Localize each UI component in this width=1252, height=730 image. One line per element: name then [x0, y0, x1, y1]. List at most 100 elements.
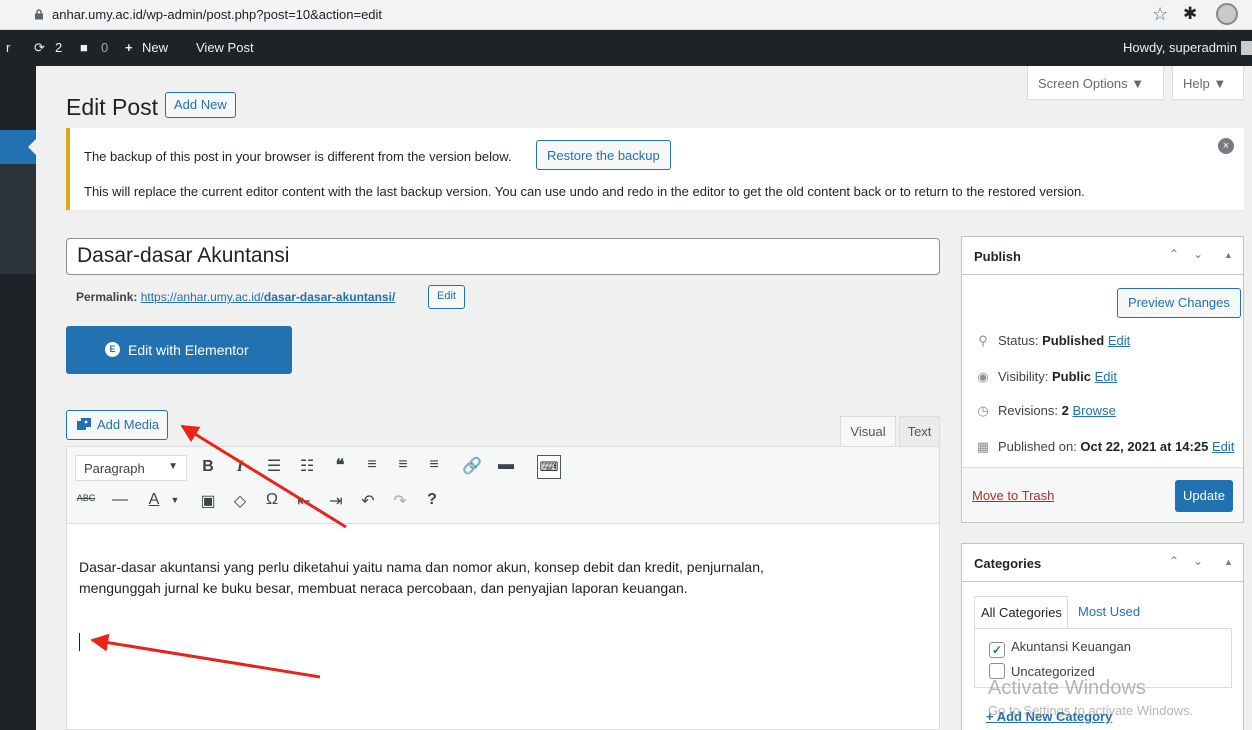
extensions-icon[interactable]: ✱	[1183, 4, 1197, 24]
updates-icon[interactable]: ⟳	[34, 40, 45, 56]
text-cursor	[79, 633, 80, 651]
profile-avatar[interactable]	[1216, 3, 1238, 25]
url-text[interactable]: anhar.umy.ac.id/wp-admin/post.php?post=1…	[52, 7, 382, 22]
help-button[interactable]: Help ▼	[1172, 66, 1244, 100]
updates-count[interactable]: 2	[55, 40, 62, 55]
tab-all-categories[interactable]: All Categories	[974, 596, 1068, 628]
post-editor[interactable]: Paragraph ▼ B I ☰ ☷ ❝ ≡ ≡ ≡ 🔗 ▬ ⌨ ABC — …	[66, 446, 940, 730]
toggle-panel-icon[interactable]: ▲	[1224, 250, 1233, 260]
preview-changes-button[interactable]: Preview Changes	[1117, 288, 1241, 318]
add-new-post-button[interactable]: Add New	[165, 92, 236, 118]
plus-icon[interactable]: +	[125, 40, 133, 55]
publish-box-title: Publish	[974, 249, 1021, 264]
text-color-icon[interactable]: A	[143, 491, 165, 509]
add-media-button[interactable]: Add Media	[66, 410, 169, 440]
bullet-list-icon[interactable]: ☰	[263, 456, 285, 476]
dismiss-notice-icon[interactable]: ×	[1218, 138, 1234, 154]
move-up-icon[interactable]: ⌃	[1169, 247, 1179, 261]
published-value: Oct 22, 2021 at 14:25	[1080, 439, 1209, 454]
elementor-icon: E	[105, 342, 120, 357]
publish-box-header: Publish ⌃ ⌄ ▲	[962, 237, 1243, 275]
publish-revisions: ◷ Revisions: 2 Browse	[974, 403, 1115, 419]
horizontal-line-icon[interactable]: —	[109, 491, 131, 509]
move-down-icon[interactable]: ⌄	[1193, 554, 1203, 568]
redo-icon[interactable]: ↷	[389, 491, 411, 511]
editor-content[interactable]: Dasar-dasar akuntansi yang perlu diketah…	[79, 557, 899, 599]
move-up-icon[interactable]: ⌃	[1169, 554, 1179, 568]
bookmark-star-icon[interactable]: ☆	[1152, 4, 1168, 25]
site-name-fragment[interactable]: r	[6, 40, 10, 55]
sidebar-item-posts[interactable]	[0, 130, 36, 164]
view-post-link[interactable]: View Post	[196, 40, 254, 55]
publish-visibility: ◉ Visibility: Public Edit	[974, 369, 1117, 385]
numbered-list-icon[interactable]: ☷	[296, 456, 318, 476]
format-select[interactable]: Paragraph ▼	[75, 455, 187, 481]
toggle-panel-icon[interactable]: ▲	[1224, 557, 1233, 567]
undo-icon[interactable]: ↶	[357, 491, 379, 511]
media-icon	[77, 418, 91, 430]
paste-text-icon[interactable]: ▣	[197, 491, 219, 511]
publish-status: ⚲ Status: Published Edit	[974, 333, 1130, 349]
screen-options-button[interactable]: Screen Options ▼	[1027, 66, 1164, 100]
windows-watermark-subtitle: Go to Settings to activate Windows.	[988, 703, 1194, 718]
visibility-label: Visibility:	[998, 369, 1049, 384]
browser-address-bar: anhar.umy.ac.id/wp-admin/post.php?post=1…	[0, 0, 1252, 30]
publish-actions: Move to Trash Update	[962, 467, 1243, 522]
link-icon[interactable]: 🔗	[461, 456, 483, 476]
content-line-2: mengunggah jurnal ke buku besar, membuat…	[79, 580, 688, 596]
eye-icon: ◉	[977, 369, 989, 384]
visibility-value: Public	[1051, 369, 1091, 384]
tab-text[interactable]: Text	[899, 416, 940, 446]
indent-icon[interactable]: ⇥	[325, 491, 347, 511]
chevron-down-icon: ▼	[168, 461, 178, 472]
permalink-link[interactable]: https://anhar.umy.ac.id/dasar-dasar-akun…	[141, 290, 396, 304]
post-title-input[interactable]: Dasar-dasar Akuntansi	[66, 238, 940, 275]
edit-visibility-link[interactable]: Edit	[1095, 369, 1117, 384]
content-line-1: Dasar-dasar akuntansi yang perlu diketah…	[79, 559, 764, 575]
comments-count[interactable]: 0	[101, 40, 108, 55]
help-icon[interactable]: ?	[421, 491, 443, 509]
restore-backup-button[interactable]: Restore the backup	[536, 140, 671, 170]
categories-box-header: Categories ⌃ ⌄ ▲	[962, 544, 1243, 582]
tab-most-used[interactable]: Most Used	[1078, 604, 1140, 619]
editor-toolbar: Paragraph ▼ B I ☰ ☷ ❝ ≡ ≡ ≡ 🔗 ▬ ⌨ ABC — …	[67, 447, 939, 524]
strikethrough-icon[interactable]: ABC	[75, 493, 97, 503]
pin-icon: ⚲	[978, 333, 988, 348]
edit-status-link[interactable]: Edit	[1108, 333, 1130, 348]
special-character-icon[interactable]: Ω	[261, 491, 283, 509]
category-label: Akuntansi Keuangan	[1011, 639, 1131, 654]
bold-icon[interactable]: B	[197, 458, 219, 476]
browse-revisions-link[interactable]: Browse	[1072, 403, 1115, 418]
align-right-icon[interactable]: ≡	[423, 456, 445, 474]
clock-icon: ◷	[977, 403, 989, 418]
align-center-icon[interactable]: ≡	[392, 456, 414, 474]
categories-box-title: Categories	[974, 556, 1042, 571]
blockquote-icon[interactable]: ❝	[329, 455, 351, 475]
new-content-link[interactable]: New	[142, 40, 168, 55]
update-button[interactable]: Update	[1175, 480, 1233, 512]
user-avatar[interactable]	[1241, 41, 1252, 55]
read-more-icon[interactable]: ▬	[495, 456, 517, 474]
calendar-icon: ▦	[976, 439, 990, 454]
italic-icon[interactable]: I	[229, 458, 251, 476]
categories-box: Categories ⌃ ⌄ ▲ All Categories Most Use…	[961, 543, 1244, 730]
clear-formatting-icon[interactable]: ◇	[229, 491, 251, 511]
edit-date-link[interactable]: Edit	[1212, 439, 1234, 454]
move-down-icon[interactable]: ⌄	[1193, 247, 1203, 261]
howdy-user-menu[interactable]: Howdy, superadmin	[1123, 40, 1237, 55]
toolbar-toggle-icon[interactable]: ⌨	[537, 455, 561, 479]
published-label: Published on:	[998, 439, 1077, 454]
tab-visual[interactable]: Visual	[840, 416, 896, 446]
add-media-label: Add Media	[97, 417, 160, 432]
edit-with-elementor-button[interactable]: E Edit with Elementor	[66, 326, 292, 374]
list-item[interactable]: ✓ Akuntansi Keuangan	[989, 639, 1131, 658]
outdent-icon[interactable]: ⇤	[293, 491, 315, 511]
revisions-label: Revisions:	[998, 403, 1058, 418]
checkbox-checked[interactable]: ✓	[989, 642, 1005, 658]
publish-date: ▦ Published on: Oct 22, 2021 at 14:25 Edi…	[974, 439, 1235, 455]
align-left-icon[interactable]: ≡	[361, 456, 383, 474]
move-to-trash-link[interactable]: Move to Trash	[972, 488, 1054, 503]
comments-icon[interactable]: ■	[80, 40, 88, 55]
text-color-dropdown-icon[interactable]: ▼	[164, 495, 186, 505]
edit-permalink-button[interactable]: Edit	[428, 285, 465, 309]
